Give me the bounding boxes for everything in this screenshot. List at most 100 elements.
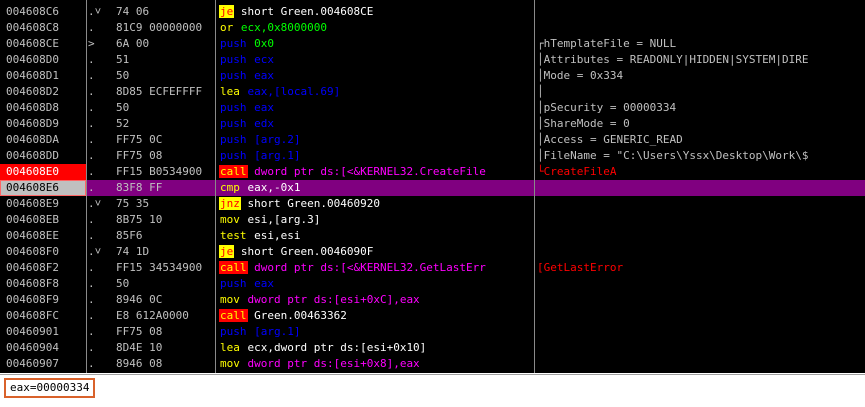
address-cell[interactable]: 004608D0 — [0, 52, 86, 68]
disasm-row[interactable]: 004608EB. 8B75 10 mov esi,[arg.3] — [0, 212, 865, 228]
disasm-row[interactable]: 004608D1. 50 push eax │Mode = 0x334 — [0, 68, 865, 84]
hex-bytes-cell[interactable]: FF75 08 — [116, 148, 214, 164]
hex-bytes-cell[interactable]: 74 06 — [116, 4, 214, 20]
hex-bytes-cell[interactable]: 8946 08 — [116, 356, 214, 372]
disasm-row[interactable]: 004608D2. 8D85 ECFEFFFF lea eax,[local.69]… — [0, 84, 865, 100]
comment-cell[interactable]: │Attributes = READONLY|HIDDEN|SYSTEM|DIR… — [537, 52, 865, 68]
disasm-row[interactable]: 004608E0. FF15 B0534900 call dword ptr ds:… — [0, 164, 865, 180]
address-cell[interactable]: 004608FC — [0, 308, 86, 324]
hex-bytes-cell[interactable]: 8D85 ECFEFFFF — [116, 84, 214, 100]
instruction-cell[interactable]: push eax — [219, 68, 533, 84]
comment-cell[interactable]: │Access = GENERIC_READ — [537, 132, 865, 148]
hex-bytes-cell[interactable]: 75 35 — [116, 196, 214, 212]
disasm-row[interactable]: 004608D8. 50 push eax │pSecurity = 00000334 — [0, 100, 865, 116]
address-cell[interactable]: 004608C6 — [0, 4, 86, 20]
hex-bytes-cell[interactable]: E8 612A0000 — [116, 308, 214, 324]
address-cell[interactable]: 004608D1 — [0, 68, 86, 84]
hex-bytes-cell[interactable]: FF75 0C — [116, 132, 214, 148]
instruction-cell[interactable]: lea eax,[local.69] — [219, 84, 533, 100]
instruction-cell[interactable]: call dword ptr ds:[<&KERNEL32.GetLastErr — [219, 260, 533, 276]
address-cell[interactable]: 004608CE — [0, 36, 86, 52]
address-cell[interactable]: 004608D9 — [0, 116, 86, 132]
comment-cell[interactable]: │ShareMode = 0 — [537, 116, 865, 132]
address-cell[interactable]: 004608E6 — [0, 180, 86, 196]
instruction-cell[interactable]: push [arg.1] — [219, 324, 533, 340]
instruction-cell[interactable]: test esi,esi — [219, 228, 533, 244]
disasm-row[interactable]: 004608F9. 8946 0C mov dword ptr ds:[esi+0x… — [0, 292, 865, 308]
address-cell[interactable]: 004608F8 — [0, 276, 86, 292]
column-divider[interactable] — [534, 0, 535, 373]
hex-bytes-cell[interactable]: 50 — [116, 100, 214, 116]
disassembly-pane[interactable]: 004608C6 .˅ 74 06 je short Green.004608CE 00… — [0, 0, 865, 373]
comment-cell[interactable]: │ — [537, 84, 865, 100]
instruction-cell[interactable]: push eax — [219, 100, 533, 116]
hex-bytes-cell[interactable]: FF75 08 — [116, 324, 214, 340]
hex-bytes-cell[interactable]: 8D4E 10 — [116, 340, 214, 356]
hex-bytes-cell[interactable]: 6A 00 — [116, 36, 214, 52]
disasm-row[interactable]: 004608C8. 81C9 00000000 or ecx,0x8000000 — [0, 20, 865, 36]
disasm-row[interactable]: 004608D9. 52 push edx │ShareMode = 0 — [0, 116, 865, 132]
address-cell[interactable]: 004608D8 — [0, 100, 86, 116]
instruction-cell[interactable]: push [arg.1] — [219, 148, 533, 164]
comment-cell[interactable]: │Mode = 0x334 — [537, 68, 865, 84]
disasm-row[interactable]: 004608DD. FF75 08 push [arg.1] │FileName = … — [0, 148, 865, 164]
instruction-cell[interactable]: je short Green.004608CE — [219, 4, 533, 20]
instruction-cell[interactable]: jnz short Green.00460920 — [219, 196, 533, 212]
instruction-cell[interactable]: call Green.00463362 — [219, 308, 533, 324]
disasm-row[interactable]: 004608C6 .˅ 74 06 je short Green.004608CE — [0, 4, 865, 20]
instruction-cell[interactable]: push edx — [219, 116, 533, 132]
comment-cell[interactable]: │pSecurity = 00000334 — [537, 100, 865, 116]
address-cell[interactable]: 004608DD — [0, 148, 86, 164]
instruction-cell[interactable]: cmp eax,-0x1 — [219, 180, 533, 196]
instruction-cell[interactable]: mov dword ptr ds:[esi+0x8],eax — [219, 356, 533, 372]
disasm-row[interactable]: 00460901. FF75 08 push [arg.1] — [0, 324, 865, 340]
address-cell[interactable]: 004608EE — [0, 228, 86, 244]
instruction-cell[interactable]: je short Green.0046090F — [219, 244, 533, 260]
hex-bytes-cell[interactable]: FF15 34534900 — [116, 260, 214, 276]
disasm-row[interactable]: 004608F0 .˅ 74 1D je short Green.0046090F — [0, 244, 865, 260]
disasm-row[interactable]: 004608DA. FF75 0C push [arg.2] │Access = GE… — [0, 132, 865, 148]
disasm-row[interactable]: 00460904. 8D4E 10 lea ecx,dword ptr ds:[es… — [0, 340, 865, 356]
hex-bytes-cell[interactable]: 52 — [116, 116, 214, 132]
address-cell[interactable]: 004608F9 — [0, 292, 86, 308]
hex-bytes-cell[interactable]: 50 — [116, 68, 214, 84]
instruction-cell[interactable]: lea ecx,dword ptr ds:[esi+0x10] — [219, 340, 533, 356]
address-cell[interactable]: 004608EB — [0, 212, 86, 228]
comment-cell[interactable]: ┌hTemplateFile = NULL — [537, 36, 865, 52]
hex-bytes-cell[interactable]: 8946 0C — [116, 292, 214, 308]
hex-bytes-cell[interactable]: 83F8 FF — [116, 180, 214, 196]
disasm-row[interactable]: 004608E6. 83F8 FF cmp eax,-0x1 — [0, 180, 865, 196]
address-cell[interactable]: 004608E9 — [0, 196, 86, 212]
column-divider[interactable] — [215, 0, 216, 373]
address-cell[interactable]: 00460901 — [0, 324, 86, 340]
hex-bytes-cell[interactable]: FF15 B0534900 — [116, 164, 214, 180]
address-cell[interactable]: 004608C8 — [0, 20, 86, 36]
address-cell[interactable]: 004608E0 — [0, 164, 86, 180]
disasm-row[interactable]: 004608CE >6A 00 push 0x0 ┌hTemplateFile = N… — [0, 36, 865, 52]
comment-cell[interactable]: └CreateFileA — [537, 164, 865, 180]
hex-bytes-cell[interactable]: 8B75 10 — [116, 212, 214, 228]
address-cell[interactable]: 004608D2 — [0, 84, 86, 100]
instruction-cell[interactable]: push eax — [219, 276, 533, 292]
hex-bytes-cell[interactable]: 81C9 00000000 — [116, 20, 214, 36]
instruction-cell[interactable]: mov dword ptr ds:[esi+0xC],eax — [219, 292, 533, 308]
hex-bytes-cell[interactable]: 85F6 — [116, 228, 214, 244]
address-cell[interactable]: 004608F0 — [0, 244, 86, 260]
hex-bytes-cell[interactable]: 51 — [116, 52, 214, 68]
hex-bytes-cell[interactable]: 74 1D — [116, 244, 214, 260]
disasm-row[interactable]: 004608F8. 50 push eax — [0, 276, 865, 292]
hex-bytes-cell[interactable]: 50 — [116, 276, 214, 292]
address-cell[interactable]: 004608DA — [0, 132, 86, 148]
instruction-cell[interactable]: push [arg.2] — [219, 132, 533, 148]
instruction-cell[interactable]: mov esi,[arg.3] — [219, 212, 533, 228]
address-cell[interactable]: 004608F2 — [0, 260, 86, 276]
address-cell[interactable]: 00460907 — [0, 356, 86, 372]
instruction-cell[interactable]: or ecx,0x8000000 — [219, 20, 533, 36]
comment-cell[interactable]: [GetLastError — [537, 260, 865, 276]
disasm-row[interactable]: 004608E9 .˅ 75 35 jnz short Green.00460920 — [0, 196, 865, 212]
instruction-cell[interactable]: push 0x0 — [219, 36, 533, 52]
instruction-cell[interactable]: push ecx — [219, 52, 533, 68]
address-cell[interactable]: 00460904 — [0, 340, 86, 356]
disasm-row[interactable]: 004608D0. 51 push ecx │Attributes = READONL… — [0, 52, 865, 68]
disasm-row[interactable]: 004608EE. 85F6 test esi,esi — [0, 228, 865, 244]
